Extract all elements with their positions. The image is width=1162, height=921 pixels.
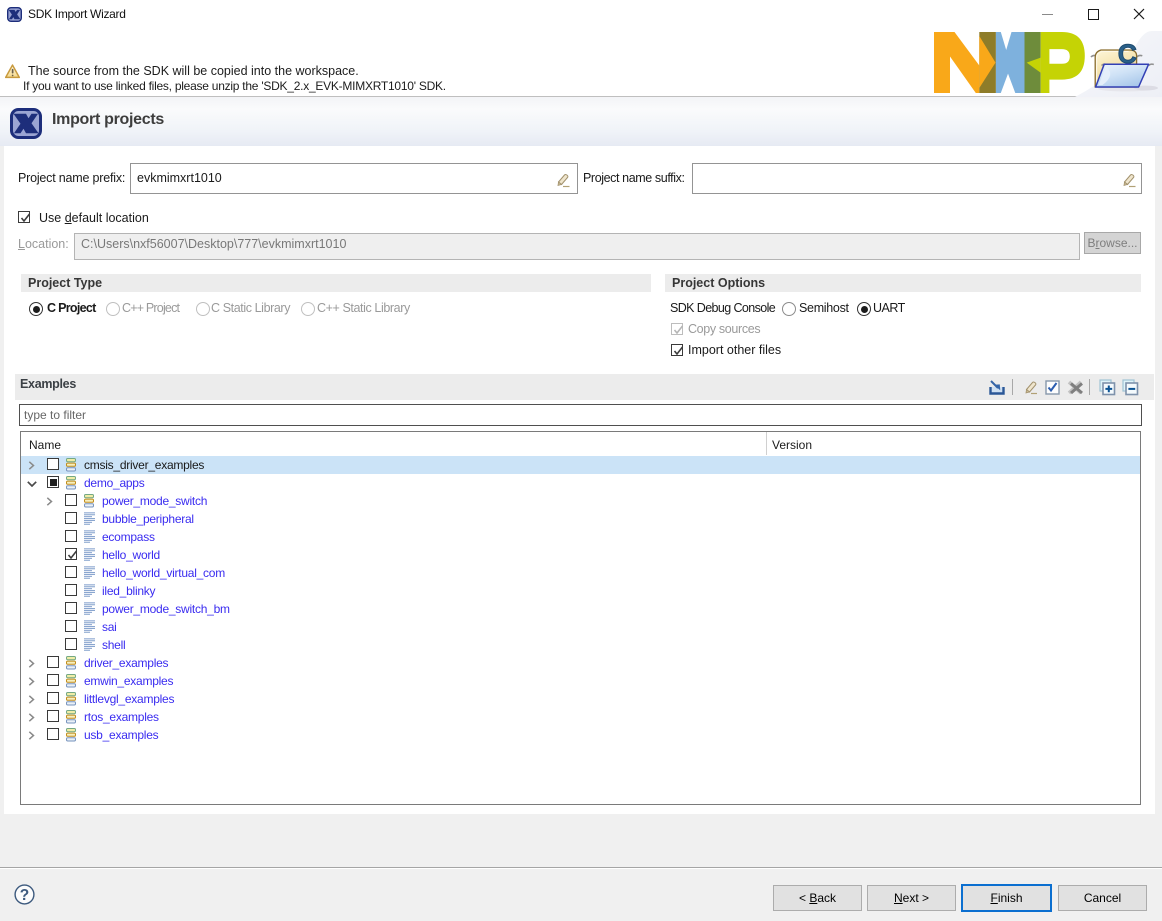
- svg-text:?: ?: [20, 887, 29, 904]
